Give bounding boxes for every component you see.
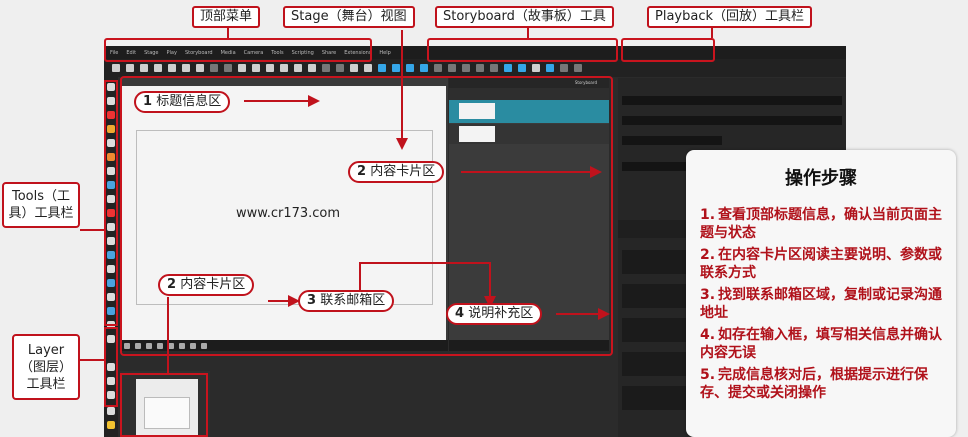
tools-toolbar-highlight bbox=[104, 80, 118, 326]
arrow-left-icon[interactable] bbox=[322, 64, 330, 72]
property-field[interactable] bbox=[622, 96, 842, 105]
arrow-right-icon[interactable] bbox=[336, 64, 344, 72]
tools-toolbar-label: Tools（工具）工具栏 bbox=[2, 182, 80, 228]
step-text: 找到联系邮箱区域，复制或记录沟通地址 bbox=[700, 287, 942, 321]
scissors-icon[interactable] bbox=[168, 64, 176, 72]
storyboard-toolbar-label: Storyboard（故事板）工具 bbox=[435, 6, 614, 28]
step-item: 4. 如存在输入框，填写相关信息并确认内容无误 bbox=[700, 326, 952, 362]
callout-text: 内容卡片区 bbox=[180, 277, 246, 292]
import-icon[interactable] bbox=[154, 64, 162, 72]
callout-text: 内容卡片区 bbox=[370, 164, 436, 179]
step-text: 查看顶部标题信息，确认当前页面主题与状态 bbox=[700, 207, 942, 241]
callout-text: 说明补充区 bbox=[468, 306, 534, 321]
step-number: 1. bbox=[700, 207, 716, 223]
sound-icon[interactable] bbox=[532, 64, 540, 72]
undo-icon[interactable] bbox=[210, 64, 218, 72]
step-text: 如存在输入框，填写相关信息并确认内容无误 bbox=[700, 327, 942, 361]
top-menu-highlight bbox=[104, 38, 372, 62]
callout-number: 3 bbox=[307, 293, 317, 308]
playback-speed-icon[interactable] bbox=[574, 64, 582, 72]
light-bulb-icon[interactable] bbox=[107, 421, 115, 429]
step-item: 5. 完成信息核对后，根据提示进行保存、提交或关闭操作 bbox=[700, 366, 952, 402]
panel-add-icon[interactable] bbox=[364, 64, 372, 72]
step-number: 4. bbox=[700, 327, 716, 343]
callout-title-area: 1 标题信息区 bbox=[134, 91, 231, 113]
paste-icon[interactable] bbox=[196, 64, 204, 72]
panel-merge-icon[interactable] bbox=[420, 64, 428, 72]
scene-add-icon[interactable] bbox=[378, 64, 386, 72]
new-file-icon[interactable] bbox=[112, 64, 120, 72]
grid-icon[interactable] bbox=[294, 64, 302, 72]
copy-icon[interactable] bbox=[182, 64, 190, 72]
callout-text: 联系邮箱区 bbox=[320, 293, 386, 308]
storyboard-toolbar-highlight bbox=[427, 38, 618, 62]
callout-number: 2 bbox=[357, 164, 367, 179]
steps-panel: 操作步骤 1. 查看顶部标题信息，确认当前页面主题与状态 2. 在内容卡片区阅读主要… bbox=[686, 150, 956, 437]
top-menu-label: 顶部菜单 bbox=[192, 6, 261, 28]
layer-icon[interactable] bbox=[266, 64, 274, 72]
layer-toolbar-highlight bbox=[104, 327, 118, 407]
open-folder-icon[interactable] bbox=[126, 64, 134, 72]
callout-number: 2 bbox=[167, 277, 177, 292]
property-field[interactable] bbox=[622, 136, 722, 145]
step-text: 在内容卡片区阅读主要说明、参数或联系方式 bbox=[700, 247, 942, 281]
playback-settings-icon[interactable] bbox=[546, 64, 554, 72]
onion-skin-icon[interactable] bbox=[490, 64, 498, 72]
menu-help[interactable]: Help bbox=[379, 50, 390, 56]
callout-content-card-left: 2 内容卡片区 bbox=[158, 274, 255, 296]
playback-range-icon[interactable] bbox=[560, 64, 568, 72]
steps-title: 操作步骤 bbox=[785, 168, 857, 189]
step-number: 2. bbox=[700, 247, 716, 263]
redo-icon[interactable] bbox=[224, 64, 232, 72]
drawing-icon[interactable] bbox=[252, 64, 260, 72]
play-icon[interactable] bbox=[504, 64, 512, 72]
view-toggle-icon[interactable] bbox=[476, 64, 484, 72]
frame-icon[interactable] bbox=[280, 64, 288, 72]
callout-number: 1 bbox=[143, 94, 153, 109]
step-number: 3. bbox=[700, 287, 716, 303]
layer-lock-icon[interactable] bbox=[107, 407, 115, 415]
layer-view-highlight bbox=[120, 373, 208, 437]
callout-supplement: 4 说明补充区 bbox=[446, 303, 543, 325]
transition-icon[interactable] bbox=[448, 64, 456, 72]
loop-icon[interactable] bbox=[518, 64, 526, 72]
property-field[interactable] bbox=[622, 116, 842, 125]
storyboard-more-icon[interactable] bbox=[462, 64, 470, 72]
callout-number: 4 bbox=[455, 306, 465, 321]
panel-duplicate-icon[interactable] bbox=[392, 64, 400, 72]
playback-toolbar-label: Playback（回放）工具栏 bbox=[647, 6, 813, 28]
step-item: 1. 查看顶部标题信息，确认当前页面主题与状态 bbox=[700, 206, 952, 242]
callout-text: 标题信息区 bbox=[156, 94, 222, 109]
step-number: 5. bbox=[700, 367, 716, 383]
panel-split-icon[interactable] bbox=[406, 64, 414, 72]
playback-toolbar-highlight bbox=[621, 38, 715, 62]
watermark-url: www.cr173.com bbox=[236, 206, 341, 221]
export-icon[interactable] bbox=[308, 64, 316, 72]
callout-contact-email: 3 联系邮箱区 bbox=[298, 290, 395, 312]
camera-icon[interactable] bbox=[238, 64, 246, 72]
step-item: 3. 找到联系邮箱区域，复制或记录沟通地址 bbox=[700, 286, 952, 322]
stage-view-label: Stage（舞台）视图 bbox=[283, 6, 415, 28]
step-item: 2. 在内容卡片区阅读主要说明、参数或联系方式 bbox=[700, 246, 952, 282]
panel-delete-icon[interactable] bbox=[434, 64, 442, 72]
layer-toolbar-label: Layer（图层）工具栏 bbox=[12, 334, 80, 400]
storyboard-view-icon[interactable] bbox=[350, 64, 358, 72]
step-text: 完成信息核对后，根据提示进行保存、提交或关闭操作 bbox=[700, 367, 928, 401]
save-icon[interactable] bbox=[140, 64, 148, 72]
callout-content-card-right: 2 内容卡片区 bbox=[348, 161, 445, 183]
